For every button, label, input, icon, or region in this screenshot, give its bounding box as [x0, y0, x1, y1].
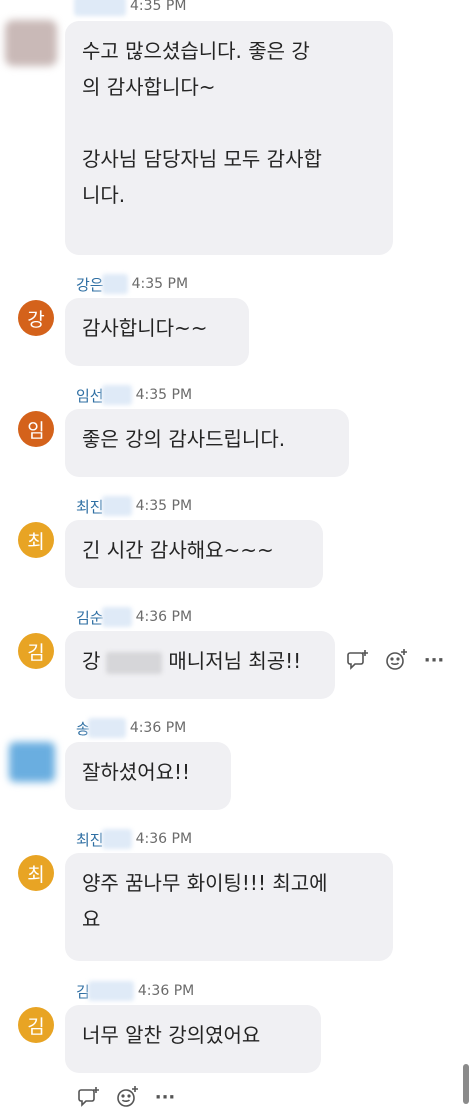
avatar[interactable]: [5, 20, 57, 66]
redacted-name: [101, 829, 132, 849]
avatar[interactable]: 김: [18, 1007, 54, 1043]
timestamp: 4:36 PM: [135, 609, 193, 625]
reply-icon[interactable]: [346, 648, 370, 672]
timestamp: 4:35 PM: [130, 0, 187, 14]
redacted-name: [87, 981, 134, 1001]
timestamp: 4:36 PM: [135, 831, 193, 847]
message-actions: ···: [346, 648, 446, 672]
redacted-text: [106, 651, 163, 674]
sender-name[interactable]: 강은: [76, 274, 104, 295]
message-text: 잘하셨어요!!: [82, 760, 191, 784]
timestamp: 4:35 PM: [135, 387, 193, 403]
avatar[interactable]: [9, 742, 55, 782]
message-bubble[interactable]: 긴 시간 감사해요~~~: [65, 520, 323, 588]
redacted-name: [87, 718, 126, 738]
message-bubble[interactable]: 좋은 강의 감사드립니다.: [65, 409, 349, 477]
redacted-name: [101, 607, 132, 627]
emoji-react-icon[interactable]: [384, 648, 408, 672]
scrollbar-thumb[interactable]: [463, 1064, 469, 1104]
timestamp: 4:36 PM: [129, 720, 187, 736]
message-text: 니다.: [82, 183, 126, 207]
message-text: 요: [82, 907, 101, 931]
message-text: 감사합니다~~: [82, 316, 208, 340]
avatar[interactable]: 김: [18, 633, 54, 669]
sender-name[interactable]: 최진: [76, 829, 104, 850]
timestamp: 4:35 PM: [131, 276, 189, 292]
message-header: 김 4:36 PM: [76, 981, 194, 1001]
timestamp: 4:36 PM: [137, 983, 195, 999]
sender-name[interactable]: 최진: [76, 496, 104, 517]
message-bubble[interactable]: 너무 알찬 강의였어요: [65, 1005, 321, 1073]
message-text-end: 매니저님 최공!!: [168, 649, 302, 673]
message-header: 강은 4:35 PM: [76, 274, 188, 294]
sender-name[interactable]: 임선: [76, 385, 104, 406]
message-actions: ···: [77, 1085, 177, 1109]
message-header: 최진 4:36 PM: [76, 829, 192, 849]
message-bubble[interactable]: 강 매니저님 최공!!: [65, 631, 335, 699]
redacted-name: [101, 385, 132, 405]
message-header: 송 4:36 PM: [76, 718, 186, 738]
message-text: 강 매니저님 최공!!: [82, 643, 318, 679]
message-header: 임선 4:35 PM: [76, 385, 192, 405]
redacted-name: [101, 496, 132, 516]
message-text-start: 강: [82, 649, 101, 673]
message-text: 수고 많으셨습니다. 좋은 강: [82, 39, 310, 63]
message-bubble[interactable]: 잘하셨어요!!: [65, 742, 231, 810]
message-bubble[interactable]: 양주 꿈나무 화이팅!!! 최고에 요: [65, 853, 393, 961]
message-text: 의 감사합니다~: [82, 75, 216, 99]
message-text: 좋은 강의 감사드립니다.: [82, 427, 286, 451]
message-header: 김순 4:36 PM: [76, 607, 192, 627]
message-text: 양주 꿈나무 화이팅!!! 최고에: [82, 871, 328, 895]
more-icon[interactable]: ···: [422, 648, 446, 672]
avatar[interactable]: 강: [18, 300, 54, 336]
message-bubble[interactable]: 감사합니다~~: [65, 298, 249, 366]
avatar[interactable]: 최: [18, 522, 54, 558]
message-header: 최진 4:35 PM: [76, 496, 192, 516]
avatar[interactable]: 임: [18, 411, 54, 447]
redacted-name: [101, 274, 128, 294]
emoji-react-icon[interactable]: [115, 1085, 139, 1109]
timestamp: 4:35 PM: [135, 498, 193, 514]
message-text: 강사님 담당자님 모두 감사합: [82, 147, 322, 171]
message-text: 너무 알찬 강의였어요: [82, 1023, 261, 1047]
avatar[interactable]: 최: [18, 855, 54, 891]
message-text: 긴 시간 감사해요~~~: [82, 538, 274, 562]
redacted-name: [74, 0, 126, 16]
reply-icon[interactable]: [77, 1085, 101, 1109]
sender-name[interactable]: 김순: [76, 607, 104, 628]
more-icon[interactable]: ···: [153, 1085, 177, 1109]
message-header: 4:35 PM: [74, 0, 187, 16]
message-bubble[interactable]: 수고 많으셨습니다. 좋은 강 의 감사합니다~ 강사님 담당자님 모두 감사합…: [65, 21, 393, 255]
